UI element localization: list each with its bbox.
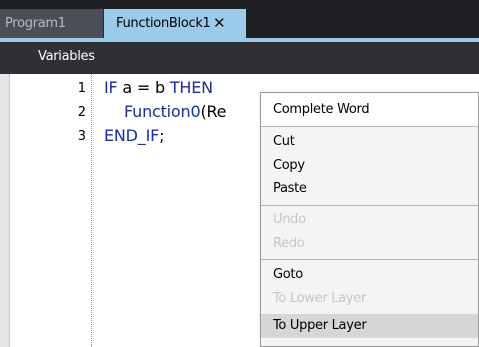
tab-functionblock1[interactable]: FunctionBlock1 ✕ (104, 9, 246, 38)
variables-label: Variables (38, 49, 95, 64)
line-number: 1 (77, 81, 86, 96)
menu-item-to-upper-layer[interactable]: To Upper Layer (261, 314, 478, 338)
menu-separator (261, 126, 478, 127)
menu-separator (261, 259, 478, 260)
semicolon: ; (159, 126, 165, 145)
tab-program1[interactable]: Program1 (0, 9, 104, 38)
code-line-1[interactable]: IF a = b THEN (104, 78, 213, 97)
close-icon[interactable]: ✕ (213, 9, 226, 38)
menu-item-undo[interactable]: Undo (261, 208, 478, 232)
keyword-if: IF (104, 78, 118, 97)
code-line-3[interactable]: END_IF; (104, 126, 165, 145)
menu-item-copy[interactable]: Copy (261, 154, 478, 178)
menu-item-to-lower-layer[interactable]: To Lower Layer (261, 287, 478, 311)
keyword-end-if: END_IF (104, 126, 160, 145)
gutter-separator (91, 74, 92, 347)
menu-item-redo[interactable]: Redo (261, 232, 478, 256)
line-number: 3 (77, 129, 86, 144)
keyword-then: THEN (169, 78, 213, 97)
editor-margin (0, 74, 10, 347)
menu-item-complete-word[interactable]: Complete Word (261, 98, 478, 122)
tab-label: FunctionBlock1 (116, 16, 211, 31)
condition-text: a = b (117, 78, 170, 97)
menu-item-paste[interactable]: Paste (261, 177, 478, 201)
editor-tab-bar: Program1 FunctionBlock1 ✕ (0, 0, 479, 38)
function-args: (Re (200, 102, 227, 121)
function-name: Function0 (124, 102, 201, 121)
tab-label: Program1 (5, 16, 66, 31)
variables-bar[interactable]: Variables (0, 38, 479, 74)
line-number: 2 (77, 105, 86, 120)
code-line-2[interactable]: Function0(Re (124, 102, 227, 121)
menu-separator (261, 205, 478, 206)
menu-item-goto[interactable]: Goto (261, 263, 478, 287)
context-menu: Complete Word Cut Copy Paste Undo Redo G… (260, 92, 479, 347)
menu-item-cut[interactable]: Cut (261, 130, 478, 154)
